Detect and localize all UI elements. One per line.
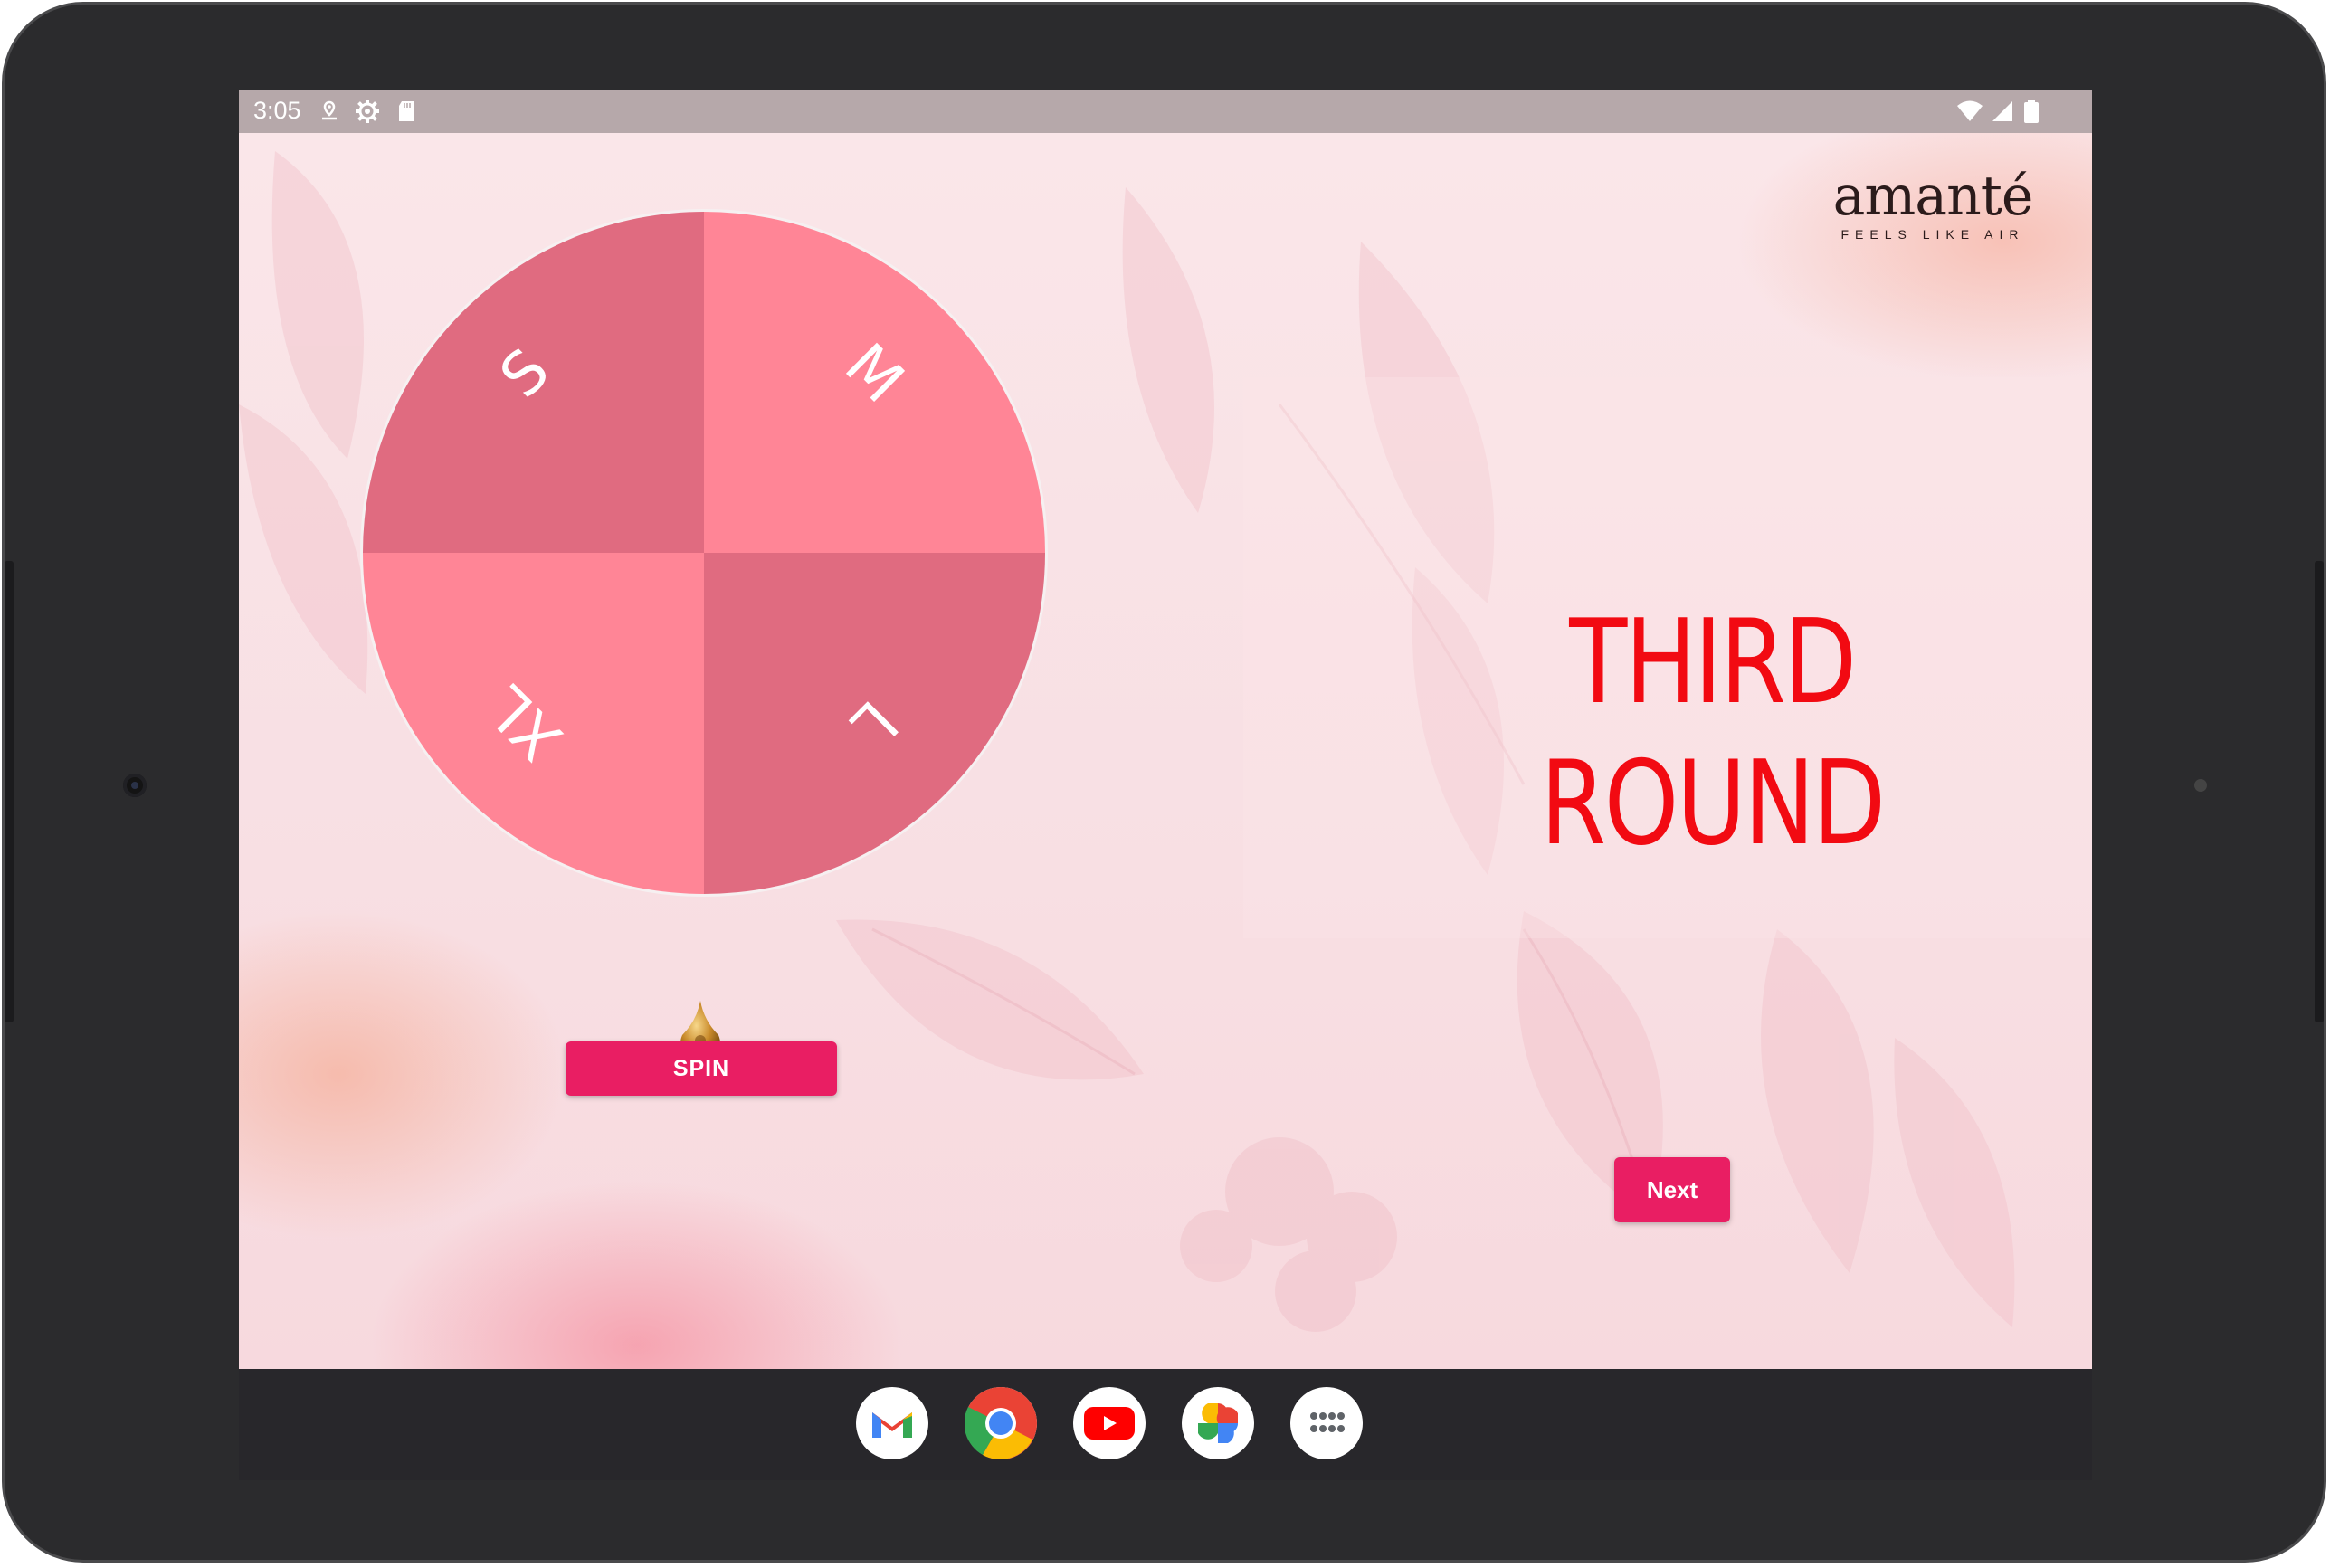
spin-wheel[interactable]: S M XL L [360, 209, 1048, 897]
round-title-line2: ROUND [1540, 736, 1886, 871]
app-dock [856, 1387, 1363, 1459]
spin-button[interactable]: SPIN [566, 1041, 837, 1096]
status-bar: 3:05 [239, 90, 2092, 133]
location-icon [322, 100, 337, 120]
youtube-icon[interactable] [1073, 1387, 1146, 1459]
app-drawer-icon[interactable] [1290, 1387, 1363, 1459]
chrome-icon[interactable] [965, 1387, 1037, 1459]
round-title-line1: THIRD [1569, 595, 1857, 730]
wheel-segment-l: L [704, 553, 1045, 894]
logo-tagline: FEELS LIKE AIR [1840, 227, 2025, 242]
wheel-segment-s: S [363, 212, 704, 553]
photos-icon[interactable] [1182, 1387, 1254, 1459]
settings-gear-icon [356, 100, 379, 123]
light-sensor [2194, 779, 2207, 792]
wheel-segment-xl: XL [363, 553, 704, 894]
front-camera [123, 774, 147, 797]
status-right-icons [1956, 99, 2041, 124]
status-time: 3:05 [253, 97, 301, 124]
taskbar [239, 1369, 2092, 1480]
segment-label: S [486, 335, 563, 412]
screen: 3:05 amanté FEELS LIKE AIR S M XL L SPIN… [239, 90, 2092, 1480]
wheel-segment-m: M [704, 212, 1045, 553]
segment-label: L [838, 687, 911, 760]
round-title: THIRD ROUND [1415, 593, 2009, 875]
signal-icon [1992, 101, 2012, 121]
app-content: amanté FEELS LIKE AIR S M XL L SPIN THIR… [239, 133, 2092, 1369]
gmail-icon[interactable] [856, 1387, 928, 1459]
wheel-disc[interactable]: S M XL L [360, 209, 1048, 897]
side-button [5, 561, 14, 1022]
wifi-icon [1957, 100, 1983, 121]
segment-label: XL [473, 672, 575, 774]
segment-label: M [832, 330, 918, 416]
battery-icon [2024, 100, 2039, 123]
sd-card-icon [399, 101, 414, 121]
next-button[interactable]: Next [1614, 1157, 1730, 1222]
logo-wordmark: amanté [1832, 165, 2034, 228]
brand-logo: amanté FEELS LIKE AIR [1824, 167, 2041, 242]
side-button [2315, 561, 2324, 1022]
